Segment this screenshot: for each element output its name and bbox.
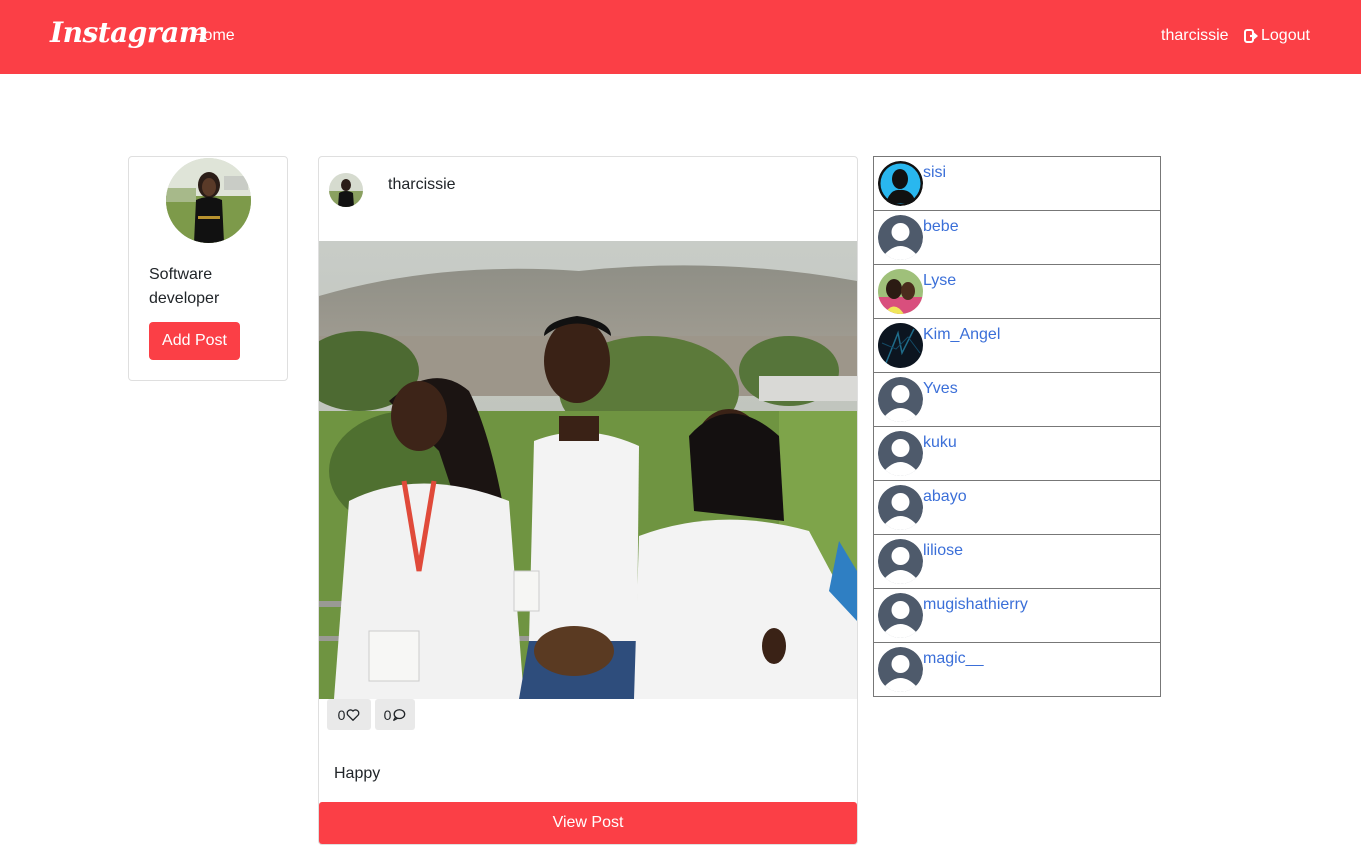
users-list: sisi bebe Lyse Kim_Angel Yves kuku abayo lilios… (873, 156, 1161, 697)
user-avatar[interactable] (878, 161, 923, 206)
logout-link[interactable]: Logout (1244, 27, 1310, 45)
logout-label: Logout (1261, 27, 1310, 44)
user-list-item: Lyse (873, 264, 1161, 319)
brand-logo[interactable]: Instagram (50, 16, 208, 49)
user-list-item: sisi (873, 156, 1161, 211)
user-avatar[interactable] (878, 539, 923, 584)
user-avatar[interactable] (878, 647, 923, 692)
user-avatar[interactable] (878, 593, 923, 638)
user-list-item: abayo (873, 480, 1161, 535)
user-name-link[interactable]: magic__ (923, 650, 983, 668)
user-name-link[interactable]: bebe (923, 218, 959, 236)
user-name-link[interactable]: Yves (923, 380, 958, 398)
user-name-link[interactable]: mugishathierry (923, 596, 1028, 614)
user-list-item: bebe (873, 210, 1161, 265)
post-author-name[interactable]: tharcissie (388, 176, 456, 194)
post-author-avatar[interactable] (329, 173, 363, 207)
heart-icon (347, 708, 360, 721)
user-avatar[interactable] (878, 377, 923, 422)
view-post-button[interactable]: View Post (319, 802, 857, 844)
user-avatar[interactable] (878, 323, 923, 368)
user-list-item: Kim_Angel (873, 318, 1161, 373)
nav-home-link[interactable]: Home (192, 27, 235, 45)
user-name-link[interactable]: Lyse (923, 272, 956, 290)
post-caption: Happy (334, 765, 381, 782)
add-post-button[interactable]: Add Post (149, 322, 240, 360)
top-navbar: Instagram Home tharcissie Logout (0, 0, 1361, 74)
user-list-item: magic__ (873, 642, 1161, 697)
user-name-link[interactable]: Kim_Angel (923, 326, 1000, 344)
logout-icon (1244, 29, 1258, 43)
post-card: tharcissie 0 0 Happy View Post (318, 156, 858, 845)
profile-avatar (166, 158, 251, 243)
post-image[interactable] (319, 241, 857, 699)
user-avatar[interactable] (878, 215, 923, 260)
nav-username-link[interactable]: tharcissie (1161, 27, 1229, 45)
profile-bio: Software developer (149, 266, 220, 307)
user-list-item: mugishathierry (873, 588, 1161, 643)
user-name-link[interactable]: kuku (923, 434, 957, 452)
comment-icon (393, 708, 406, 721)
user-name-link[interactable]: sisi (923, 164, 946, 182)
user-name-link[interactable]: abayo (923, 488, 967, 506)
user-list-item: Yves (873, 372, 1161, 427)
user-avatar[interactable] (878, 431, 923, 476)
user-avatar[interactable] (878, 269, 923, 314)
user-name-link[interactable]: liliose (923, 542, 963, 560)
like-count: 0 (337, 706, 346, 723)
like-button[interactable]: 0 (327, 699, 371, 730)
comment-count: 0 (383, 706, 392, 723)
user-list-item: liliose (873, 534, 1161, 589)
comment-button[interactable]: 0 (375, 699, 415, 730)
user-list-item: kuku (873, 426, 1161, 481)
user-avatar[interactable] (878, 485, 923, 530)
profile-card: Software developer Add Post (128, 156, 288, 381)
